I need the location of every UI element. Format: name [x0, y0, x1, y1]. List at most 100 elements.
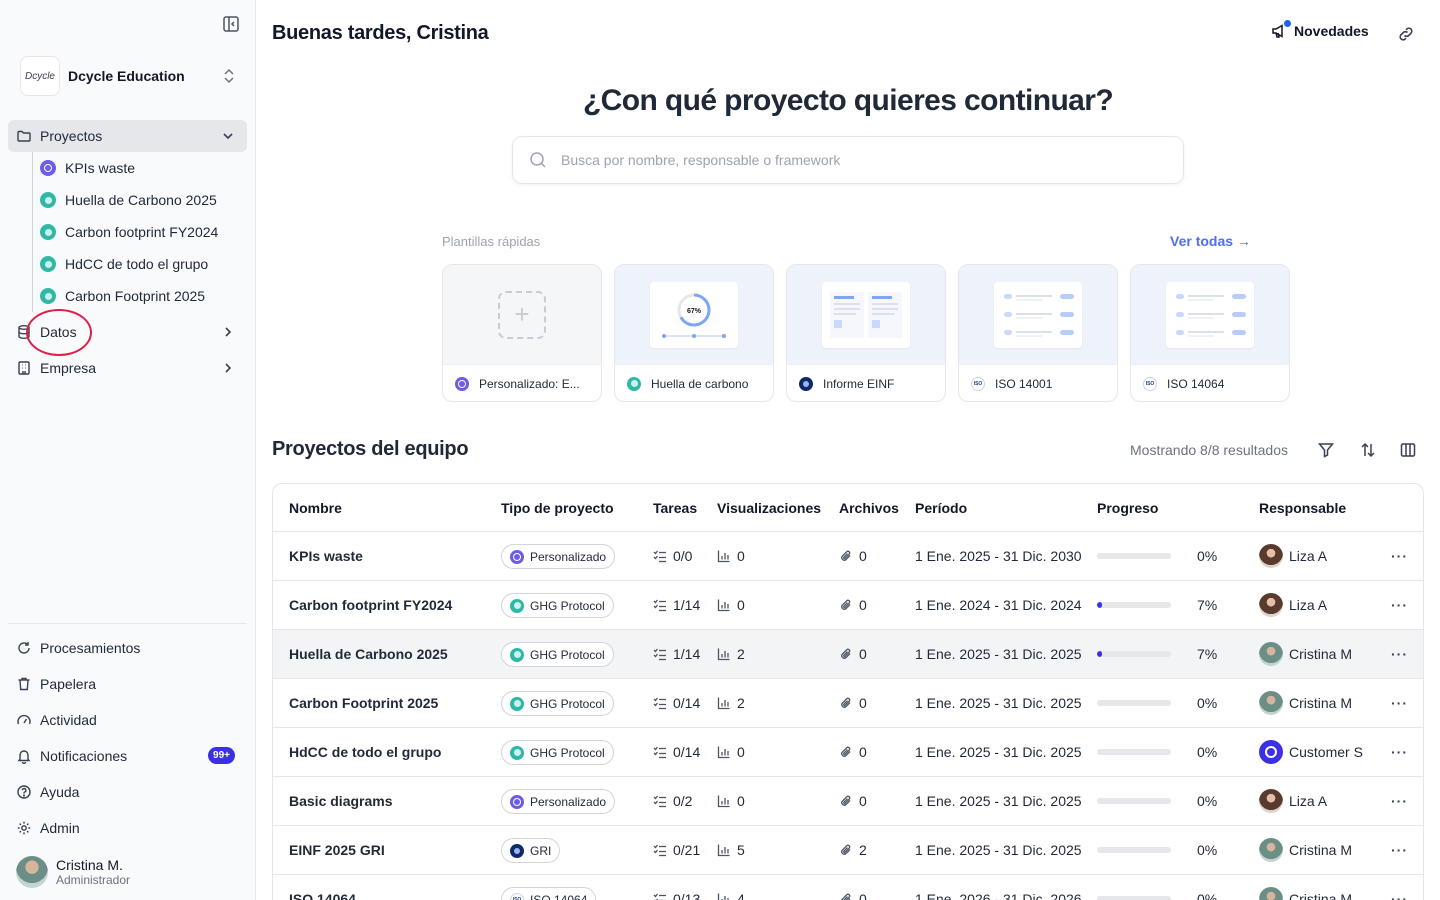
files-value: 0 — [859, 793, 867, 809]
org-name: Dcycle Education — [68, 68, 185, 84]
nav-admin[interactable]: Admin — [8, 812, 247, 844]
project-name[interactable]: HdCC de todo el grupo — [289, 744, 441, 760]
user-profile[interactable]: Cristina M. Administrador — [16, 856, 130, 888]
project-name[interactable]: Basic diagrams — [289, 793, 393, 809]
column-header[interactable]: Archivos — [839, 500, 899, 516]
template-card[interactable]: + Personalizado: E... — [442, 264, 602, 402]
project-name[interactable]: EINF 2025 GRI — [289, 842, 385, 858]
template-card[interactable]: ISO ISO 14064 — [1130, 264, 1290, 402]
owner[interactable]: Liza A — [1259, 789, 1327, 813]
link-icon[interactable] — [1397, 25, 1415, 43]
owner[interactable]: Liza A — [1259, 544, 1327, 568]
project-name[interactable]: Carbon Footprint 2025 — [289, 695, 438, 711]
iso-project-icon: ISO — [971, 376, 985, 391]
table-row[interactable]: EINF 2025 GRI GRI 0/21 5 2 1 Ene. 2025 - 31 D… — [273, 826, 1423, 875]
ghg-project-icon — [40, 224, 56, 240]
template-card[interactable]: Informe EINF — [786, 264, 946, 402]
row-more-icon[interactable]: ··· — [1391, 597, 1408, 613]
columns-icon[interactable] — [1399, 441, 1417, 459]
chart-icon — [717, 550, 730, 563]
owner[interactable]: Liza A — [1259, 593, 1327, 617]
owner[interactable]: Cristina M — [1259, 887, 1352, 900]
project-label: Carbon footprint FY2024 — [65, 224, 219, 240]
notifications-badge: 99+ — [208, 747, 235, 764]
template-card[interactable]: 67% Huella de carbono — [614, 264, 774, 402]
nav-company[interactable]: Empresa — [8, 352, 247, 384]
column-header[interactable]: Tipo de proyecto — [501, 500, 614, 516]
column-header[interactable]: Responsable — [1259, 500, 1346, 516]
gear-icon — [17, 821, 31, 835]
row-more-icon[interactable]: ··· — [1391, 695, 1408, 711]
owner-name: Liza A — [1289, 548, 1328, 564]
plus-icon: + — [498, 290, 546, 339]
sidebar-collapse-icon[interactable] — [222, 15, 240, 33]
nav-trash[interactable]: Papelera — [8, 668, 247, 700]
column-header[interactable]: Período — [915, 500, 967, 516]
bell-icon — [17, 750, 31, 764]
progress-bar — [1097, 847, 1171, 853]
project-name[interactable]: ISO 14064 — [289, 891, 356, 900]
chart-icon — [717, 844, 730, 857]
nav-help[interactable]: Ayuda — [8, 776, 247, 808]
column-header[interactable]: Progreso — [1097, 500, 1158, 516]
progress-fill — [1097, 651, 1103, 657]
table-row[interactable]: Huella de Carbono 2025 GHG Protocol 1/14 2 0… — [273, 630, 1423, 679]
table-row[interactable]: KPIs waste Personalizado 0/0 0 0 1 Ene. 2025 … — [273, 532, 1423, 581]
building-icon — [18, 361, 30, 375]
table-row[interactable]: HdCC de todo el grupo GHG Protocol 0/14 0 0 1… — [273, 728, 1423, 777]
avatar — [16, 856, 48, 888]
sidebar-project-item[interactable]: KPIs waste — [40, 154, 135, 182]
files-value: 0 — [859, 695, 867, 711]
donut-preview-icon: 67% — [662, 293, 726, 338]
chart-icon — [717, 746, 730, 759]
refresh-icon — [18, 642, 30, 654]
nav-activity[interactable]: Actividad — [8, 704, 247, 736]
progress-bar — [1097, 798, 1171, 804]
sidebar-project-item[interactable]: Carbon footprint FY2024 — [40, 218, 218, 246]
column-header[interactable]: Visualizaciones — [717, 500, 821, 516]
nav-notifications-label: Notificaciones — [40, 748, 128, 764]
folder-icon — [17, 130, 31, 142]
period-value: 1 Ene. 2025 - 31 Dic. 2025 — [915, 842, 1082, 858]
views-value: 2 — [737, 695, 745, 711]
iso-project-icon: ISO — [510, 892, 524, 900]
row-more-icon[interactable]: ··· — [1391, 891, 1408, 900]
owner[interactable]: Customer S — [1259, 740, 1363, 764]
paperclip-icon — [841, 697, 851, 708]
table-row[interactable]: Carbon footprint FY2024 GHG Protocol 1/14 0… — [273, 581, 1423, 630]
custom-project-icon — [455, 376, 469, 391]
row-more-icon[interactable]: ··· — [1391, 548, 1408, 564]
project-type-badge: Personalizado — [501, 544, 616, 569]
table-row[interactable]: Carbon Footprint 2025 GHG Protocol 0/14 2 0 1… — [273, 679, 1423, 728]
search-input[interactable] — [561, 152, 1121, 168]
project-name[interactable]: Huella de Carbono 2025 — [289, 646, 448, 662]
row-more-icon[interactable]: ··· — [1391, 842, 1408, 858]
project-name[interactable]: KPIs waste — [289, 548, 363, 564]
templates-see-all-link[interactable]: Ver todas → — [1170, 233, 1251, 249]
sort-icon[interactable] — [1359, 441, 1377, 459]
sidebar-project-item[interactable]: HdCC de todo el grupo — [40, 250, 208, 278]
project-label: HdCC de todo el grupo — [65, 256, 209, 272]
owner[interactable]: Cristina M — [1259, 838, 1352, 862]
table-header: Nombre Tipo de proyecto Tareas Visualiza… — [273, 484, 1423, 532]
nav-processing[interactable]: Procesamientos — [8, 632, 247, 664]
owner[interactable]: Cristina M — [1259, 642, 1352, 666]
sidebar-project-item[interactable]: Carbon Footprint 2025 — [40, 282, 205, 310]
nav-notifications[interactable]: Notificaciones 99+ — [8, 740, 247, 772]
row-more-icon[interactable]: ··· — [1391, 793, 1408, 809]
project-name[interactable]: Carbon footprint FY2024 — [289, 597, 452, 613]
column-header[interactable]: Nombre — [289, 500, 342, 516]
nav-projects[interactable]: Proyectos — [8, 120, 247, 152]
template-card[interactable]: ISO ISO 14001 — [958, 264, 1118, 402]
column-header[interactable]: Tareas — [653, 500, 697, 516]
org-switcher[interactable]: Dcycle Dcycle Education — [20, 56, 240, 96]
filter-icon[interactable] — [1317, 441, 1335, 459]
table-row[interactable]: Basic diagrams Personalizado 0/2 0 0 1 Ene. 2… — [273, 777, 1423, 826]
paperclip-icon — [841, 893, 851, 900]
owner[interactable]: Cristina M — [1259, 691, 1352, 715]
row-more-icon[interactable]: ··· — [1391, 646, 1408, 662]
chart-icon — [717, 893, 729, 900]
table-row[interactable]: ISO 14064 ISO ISO 14064 0/13 4 0 1 Ene. 2026 -… — [273, 875, 1423, 900]
sidebar-project-item[interactable]: Huella de Carbono 2025 — [40, 186, 217, 214]
row-more-icon[interactable]: ··· — [1391, 744, 1408, 760]
